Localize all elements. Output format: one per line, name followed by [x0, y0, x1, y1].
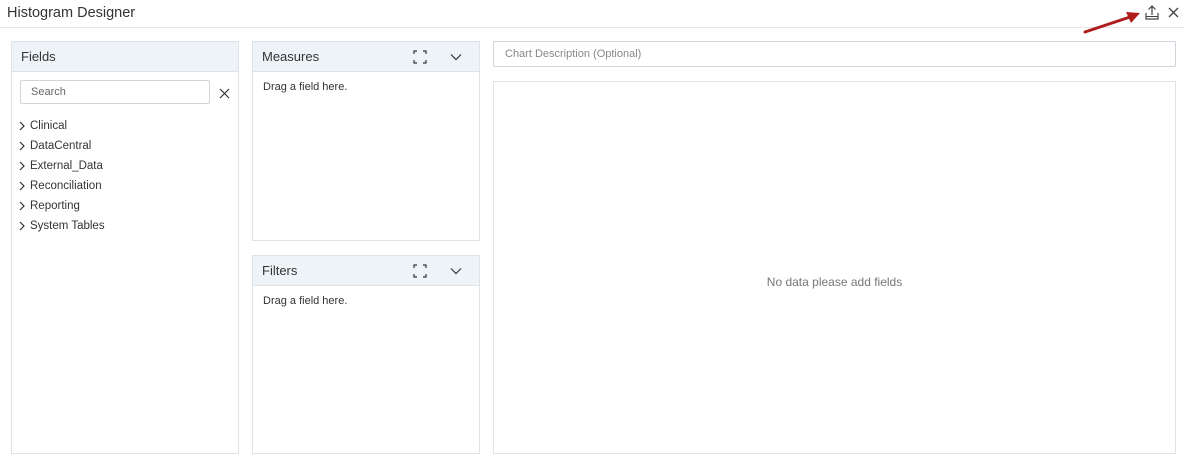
tree-item-clinical[interactable]: Clinical: [18, 116, 105, 136]
measures-panel[interactable]: Measures Drag a field here.: [252, 41, 480, 241]
tree-item-label: External_Data: [30, 160, 103, 172]
close-icon[interactable]: [1167, 6, 1180, 19]
annotation-arrow: [1083, 12, 1140, 34]
chevron-down-icon[interactable]: [449, 50, 463, 64]
window-title: Histogram Designer: [7, 5, 136, 21]
tree-item-label: Clinical: [30, 120, 68, 132]
filters-panel-title: Filters: [262, 263, 298, 278]
chevron-right-icon: [19, 141, 25, 151]
tree-item-system-tables[interactable]: System Tables: [18, 216, 105, 236]
chevron-right-icon: [19, 221, 25, 231]
measures-panel-header: Measures: [253, 42, 479, 72]
tree-item-label: DataCentral: [30, 140, 92, 152]
fields-panel-header: Fields: [12, 42, 238, 72]
tree-item-label: Reporting: [30, 200, 80, 212]
title-bar: Histogram Designer: [0, 0, 1184, 34]
tree-item-datacentral[interactable]: DataCentral: [18, 136, 105, 156]
export-upload-icon[interactable]: [1144, 4, 1160, 22]
chevron-right-icon: [19, 161, 25, 171]
fields-panel-title: Fields: [21, 49, 56, 64]
tree-item-reconciliation[interactable]: Reconciliation: [18, 176, 105, 196]
chevron-right-icon: [19, 121, 25, 131]
chart-description-input[interactable]: [493, 41, 1176, 67]
chevron-right-icon: [19, 181, 25, 191]
clear-search-icon[interactable]: [219, 88, 230, 99]
filters-drop-hint: Drag a field here.: [263, 295, 348, 307]
measures-drop-hint: Drag a field here.: [263, 81, 348, 93]
measures-panel-title: Measures: [262, 49, 320, 64]
filters-panel-header: Filters: [253, 256, 479, 286]
filters-panel[interactable]: Filters Drag a field here.: [252, 255, 480, 454]
fields-panel: Fields Clinical DataCentral External_Dat…: [11, 41, 239, 454]
field-tree: Clinical DataCentral External_Data Recon…: [18, 116, 105, 236]
tree-item-label: System Tables: [30, 220, 105, 232]
tree-item-reporting[interactable]: Reporting: [18, 196, 105, 216]
search-input[interactable]: [20, 80, 210, 104]
chart-preview-area: No data please add fields: [493, 81, 1176, 454]
empty-state-message: No data please add fields: [766, 275, 903, 289]
expand-icon[interactable]: [413, 264, 427, 278]
tree-item-external-data[interactable]: External_Data: [18, 156, 105, 176]
chevron-down-icon[interactable]: [449, 264, 463, 278]
tree-item-label: Reconciliation: [30, 180, 102, 192]
chevron-right-icon: [19, 201, 25, 211]
expand-icon[interactable]: [413, 50, 427, 64]
